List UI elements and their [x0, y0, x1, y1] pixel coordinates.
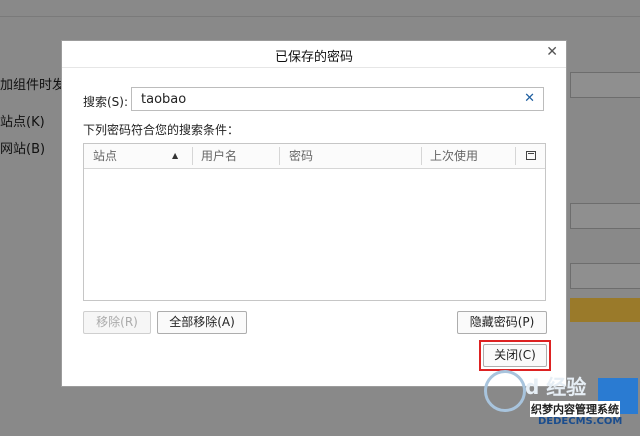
- saved-passwords-dialog: 已保存的密码 ✕ 搜索(S): ✕ 下列密码符合您的搜索条件： 站点 ▲ 用户名…: [61, 40, 567, 387]
- background-button-highlighted: [570, 298, 640, 322]
- background-label-sites: 站点(K): [0, 115, 45, 130]
- background-label-addons: 加组件时发: [0, 78, 66, 93]
- hide-passwords-button[interactable]: 隐藏密码(P): [457, 311, 547, 334]
- background-button: [570, 72, 640, 98]
- sort-ascending-icon: ▲: [172, 151, 179, 160]
- column-divider: [421, 147, 422, 165]
- search-input[interactable]: [132, 88, 521, 110]
- dialog-title: 已保存的密码: [274, 50, 353, 65]
- column-divider: [515, 147, 516, 165]
- column-header-last-used[interactable]: 上次使用: [430, 144, 478, 168]
- watermark-logo: [484, 370, 526, 412]
- remove-button[interactable]: 移除(R): [83, 311, 151, 334]
- search-label: 搜索(S):: [83, 95, 129, 109]
- column-picker-icon[interactable]: [526, 151, 536, 160]
- clear-icon[interactable]: ✕: [524, 91, 535, 106]
- column-divider: [192, 147, 193, 165]
- column-header-username[interactable]: 用户名: [201, 144, 237, 168]
- watermark-url: DEDECMS.COM: [538, 416, 623, 427]
- dialog-titlebar: 已保存的密码 ✕: [62, 41, 566, 68]
- close-button[interactable]: 关闭(C): [483, 344, 547, 367]
- column-divider: [279, 147, 280, 165]
- table-header: 站点 ▲ 用户名 密码 上次使用: [84, 144, 545, 169]
- background-button: [570, 203, 640, 229]
- close-icon[interactable]: ✕: [546, 44, 558, 60]
- column-header-password[interactable]: 密码: [289, 144, 313, 168]
- background-label-websites: 网站(B): [0, 142, 46, 157]
- background-divider: [0, 16, 640, 17]
- watermark-site-name: 织梦内容管理系统: [530, 401, 620, 417]
- search-results-hint: 下列密码符合您的搜索条件：: [83, 123, 240, 137]
- remove-all-button[interactable]: 全部移除(A): [157, 311, 247, 334]
- background-button: [570, 263, 640, 289]
- column-header-site[interactable]: 站点: [93, 144, 117, 168]
- watermark-logo-text: d 经验: [525, 375, 587, 399]
- passwords-table[interactable]: 站点 ▲ 用户名 密码 上次使用: [83, 143, 546, 301]
- search-field[interactable]: ✕: [131, 87, 544, 111]
